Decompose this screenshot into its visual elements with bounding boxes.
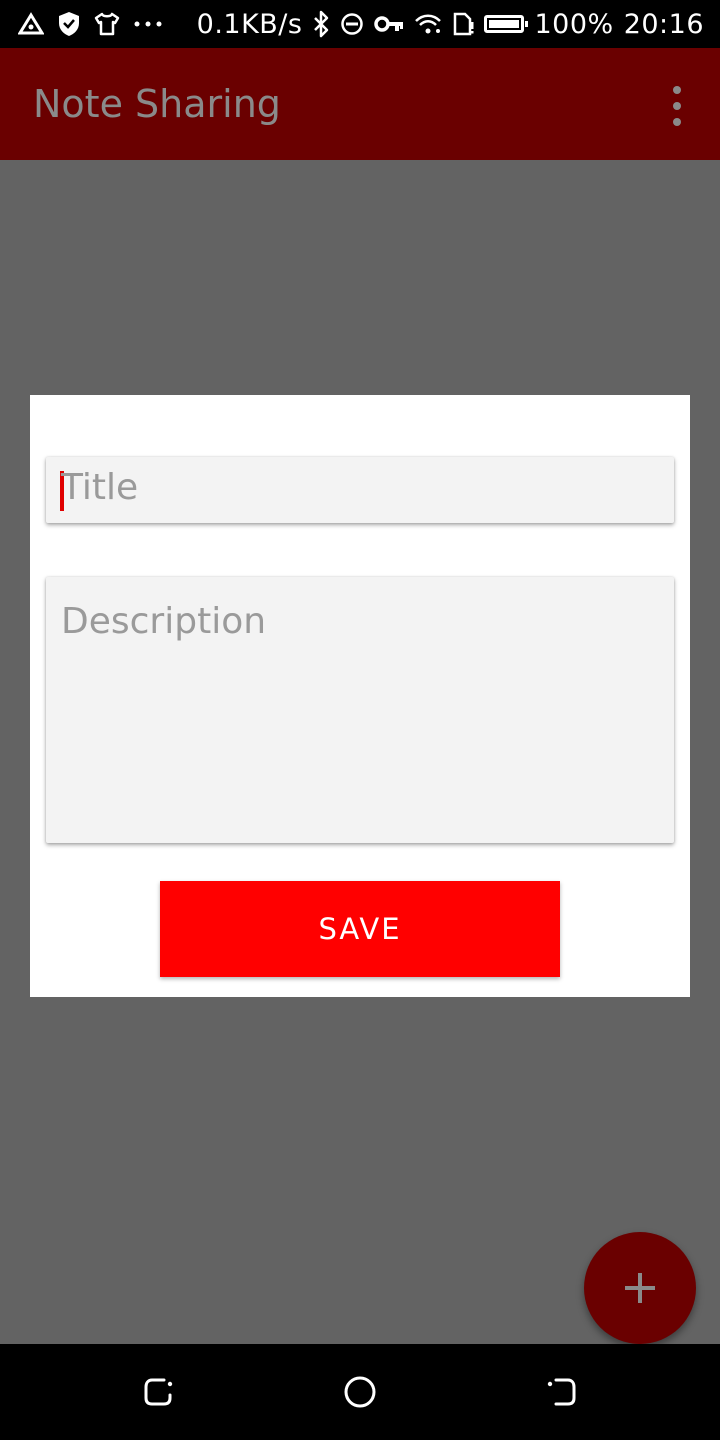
- vpn-key-icon: [374, 14, 404, 34]
- recent-apps-icon[interactable]: [542, 1374, 578, 1410]
- add-note-fab[interactable]: [584, 1232, 696, 1344]
- shield-icon: [58, 11, 80, 37]
- battery-fill: [489, 20, 520, 28]
- back-icon[interactable]: [142, 1374, 178, 1410]
- home-icon[interactable]: [342, 1374, 378, 1410]
- title-input[interactable]: Title: [46, 457, 674, 523]
- navigation-bar: [0, 1344, 720, 1440]
- description-input[interactable]: Description: [46, 577, 674, 843]
- status-bar-right: 0.1KB/s 100% 20:16: [197, 0, 704, 48]
- status-bar: 0.1KB/s 100% 20:16: [0, 0, 720, 48]
- battery-outline: [484, 15, 529, 33]
- more-dots-icon: [134, 20, 162, 28]
- description-placeholder: Description: [61, 601, 267, 642]
- bluetooth-icon: [312, 10, 330, 38]
- network-speed: 0.1KB/s: [196, 8, 303, 40]
- shirt-icon: [94, 12, 120, 36]
- status-bar-left-icons: [0, 11, 162, 37]
- do-not-disturb-icon: [340, 12, 364, 36]
- triangle-icon: [18, 12, 44, 36]
- overflow-dot: [673, 102, 681, 110]
- save-button[interactable]: SAVE: [160, 881, 560, 977]
- add-note-dialog: Title Description SAVE: [30, 395, 690, 997]
- title-placeholder: Title: [61, 467, 139, 508]
- app-bar: Note Sharing: [0, 48, 720, 160]
- app-title: Note Sharing: [33, 82, 281, 126]
- clock: 20:16: [623, 8, 704, 40]
- no-sim-icon: [452, 12, 474, 36]
- overflow-dot: [673, 118, 681, 126]
- battery-percentage: 100%: [534, 8, 614, 40]
- overflow-dot: [673, 86, 681, 94]
- wifi-icon: [414, 12, 442, 36]
- overflow-menu-icon[interactable]: [664, 86, 690, 126]
- plus-icon: [625, 1273, 655, 1303]
- battery-icon: [484, 15, 529, 33]
